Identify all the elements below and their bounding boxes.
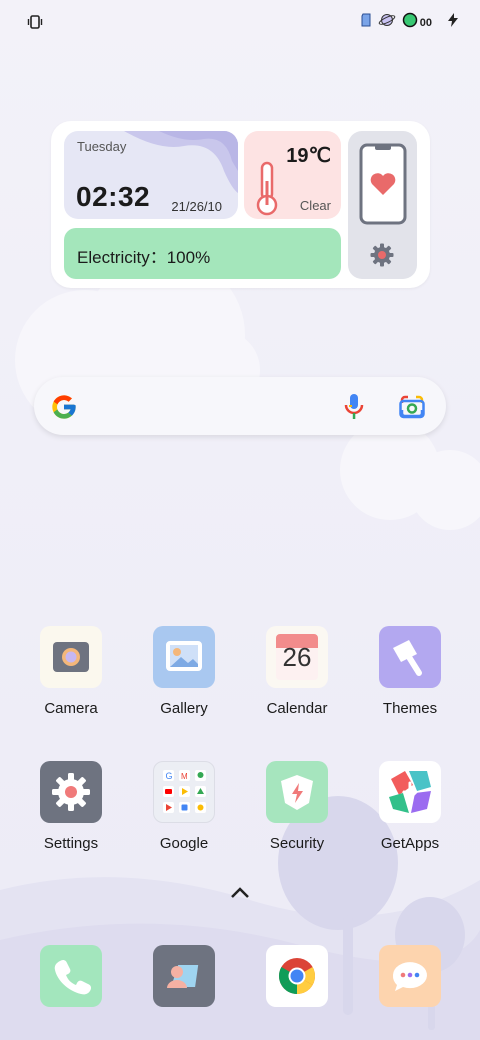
phone-manager-card[interactable] xyxy=(348,131,417,279)
phone-icon[interactable] xyxy=(40,945,102,1007)
weather-card[interactable]: 19℃ Clear xyxy=(244,131,341,219)
app-label: GetApps xyxy=(380,835,440,852)
calendar-day-number: 26 xyxy=(282,642,312,672)
info-widget[interactable]: Tuesday 02:32 21/26/10 19℃ Clear Electri… xyxy=(51,121,430,288)
google-g-icon xyxy=(50,393,78,426)
bolt-icon xyxy=(448,13,458,32)
circle-icon xyxy=(402,12,418,33)
app-gallery[interactable]: Gallery xyxy=(129,626,239,717)
contacts-icon[interactable] xyxy=(153,945,215,1007)
app-label: Calendar xyxy=(266,700,328,717)
clock-card[interactable]: Tuesday 02:32 21/26/10 xyxy=(64,131,238,219)
clock-date: 21/26/10 xyxy=(171,199,222,214)
getapps-icon xyxy=(379,761,441,823)
svg-text:M: M xyxy=(181,772,188,781)
calendar-icon: 26 xyxy=(266,626,328,688)
chrome-icon[interactable] xyxy=(266,945,328,1007)
camera-icon xyxy=(40,626,102,688)
day-label: Tuesday xyxy=(77,139,127,154)
app-label: Gallery xyxy=(160,700,208,717)
app-label: Camera xyxy=(44,700,98,717)
app-security[interactable]: Security xyxy=(242,761,352,852)
app-label: Settings xyxy=(43,835,99,852)
thermometer-icon xyxy=(252,161,282,219)
google-folder-icon: G M xyxy=(153,761,215,823)
svg-text:G: G xyxy=(166,771,173,781)
themes-icon xyxy=(379,626,441,688)
planet-icon xyxy=(378,12,396,33)
app-label: Security xyxy=(269,835,325,852)
app-settings[interactable]: Settings xyxy=(16,761,126,852)
gallery-icon xyxy=(153,626,215,688)
battery-label: Electricity：100% xyxy=(77,248,211,267)
mic-icon[interactable] xyxy=(343,393,365,426)
settings-icon xyxy=(40,761,102,823)
sim-icon xyxy=(360,13,372,32)
battery-card[interactable]: Electricity：100% xyxy=(64,228,341,279)
app-calendar[interactable]: 26 Calendar xyxy=(242,626,352,717)
app-label: Google xyxy=(159,835,209,852)
security-icon xyxy=(266,761,328,823)
app-camera[interactable]: Camera xyxy=(16,626,126,717)
vibrate-icon xyxy=(27,14,43,30)
weather-condition: Clear xyxy=(299,198,331,213)
gear-icon[interactable] xyxy=(370,243,394,272)
app-getapps[interactable]: GetApps xyxy=(355,761,465,852)
messages-icon[interactable] xyxy=(379,945,441,1007)
status-badge: 00 xyxy=(419,16,432,29)
app-google-folder[interactable]: G M Google xyxy=(129,761,239,852)
google-search-bar[interactable] xyxy=(34,377,446,435)
temperature: 19℃ xyxy=(286,145,331,167)
lens-icon[interactable] xyxy=(399,395,425,424)
status-bar: 00 xyxy=(0,0,480,44)
phone-heart-icon xyxy=(359,143,407,230)
chevron-up-icon[interactable] xyxy=(229,886,251,905)
clock-time: 02:32 xyxy=(76,181,151,212)
app-label: Themes xyxy=(382,700,438,717)
app-themes[interactable]: Themes xyxy=(355,626,465,717)
